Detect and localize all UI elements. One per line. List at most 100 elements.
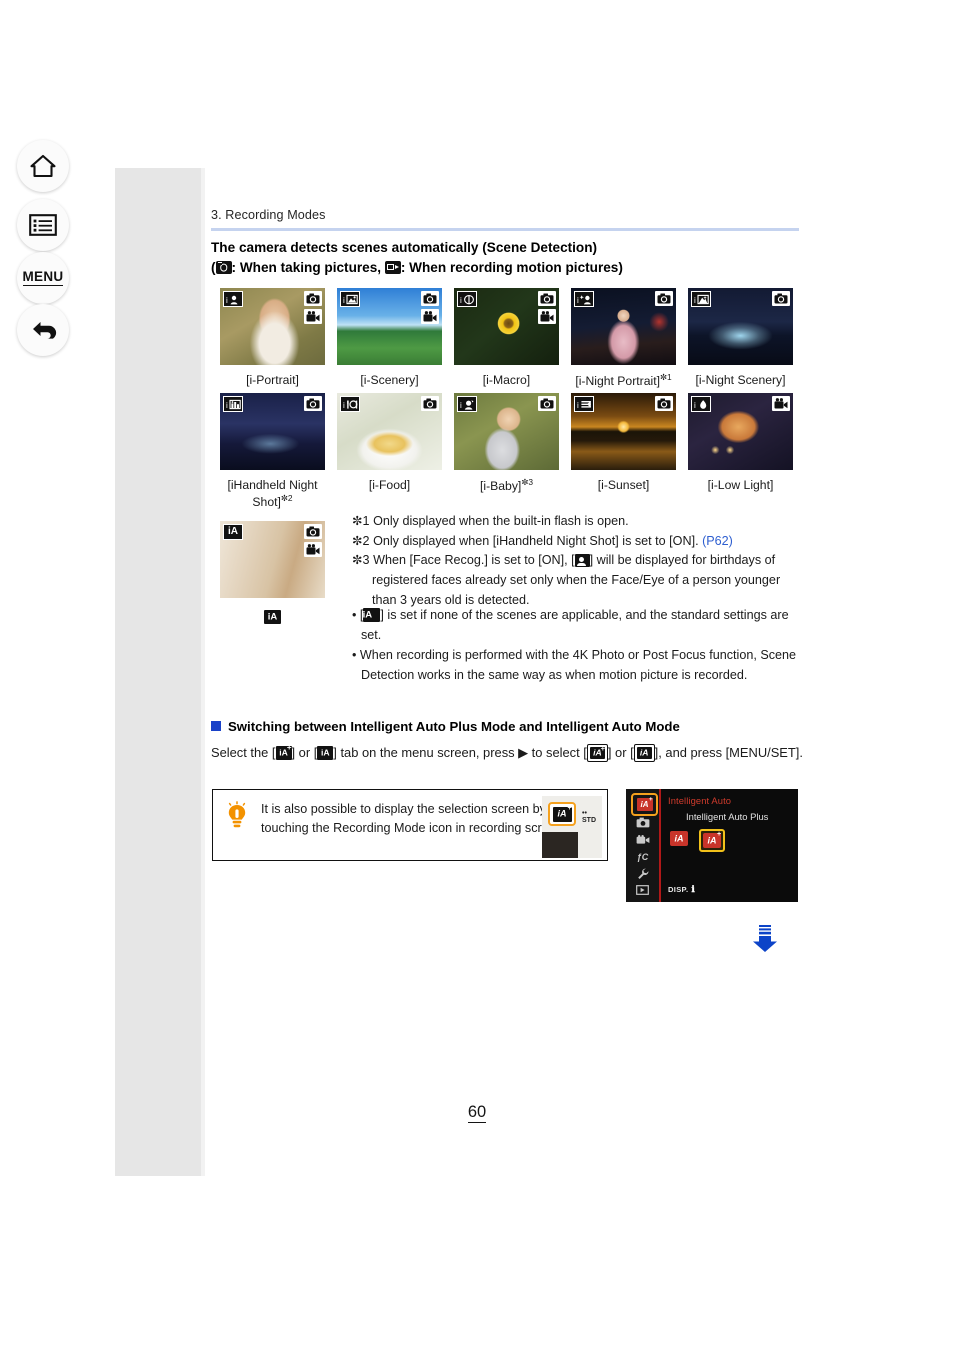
disp-hint: DISP. ℹ [668, 884, 695, 895]
custom-fc-icon: ƒC [636, 851, 649, 862]
svg-text:i: i [460, 296, 462, 305]
still-picture-indicator [421, 291, 439, 306]
thumbnail-image: i [571, 288, 676, 365]
playback-icon [636, 884, 649, 895]
right-arrow-icon: ▶ [518, 745, 529, 760]
page-title-line1: The camera detects scenes automatically … [211, 240, 598, 255]
still-picture-indicator [304, 291, 322, 306]
blue-square-bullet-icon [211, 721, 221, 731]
svg-text:i: i [226, 296, 228, 305]
back-button[interactable] [17, 304, 69, 356]
ia-icon: iA [223, 524, 243, 540]
footnotes-block: ✼1 Only displayed when the built-in flas… [352, 512, 804, 610]
next-page-arrow[interactable] [752, 925, 778, 953]
portrait-icon: i [223, 291, 243, 307]
contents-list-icon [29, 214, 57, 236]
thumbnail-caption: [i-Portrait] [246, 373, 299, 387]
lightbulb-icon [224, 801, 250, 831]
media-type-indicators [421, 291, 439, 324]
ia-icon: iA [363, 608, 381, 622]
footnote-2: ✼2 Only displayed when [iHandheld Night … [352, 533, 733, 548]
instruction-paragraph: Select the [iA] or [iA] tab on the menu … [211, 743, 811, 764]
still-picture-indicator [304, 524, 322, 539]
still-picture-indicator [655, 396, 673, 411]
back-arrow-icon [636, 902, 649, 903]
tip-callout-box: It is also possible to display the selec… [212, 789, 608, 861]
thumbnail-dark-area [542, 832, 578, 858]
scene-thumbnail-handheld-night: i [iHandheld Night Shot]✼2 [220, 393, 325, 511]
macro-flower-icon: i [457, 291, 477, 307]
svg-text:i: i [577, 296, 579, 305]
still-picture-indicator [304, 396, 322, 411]
still-picture-indicator [538, 291, 556, 306]
thumbnail-caption: iA [220, 609, 325, 625]
back-arrow-icon [29, 318, 57, 342]
media-type-indicators [538, 396, 556, 411]
thumbnail-caption: [i-Low Light] [707, 478, 774, 492]
media-type-indicators [304, 524, 322, 557]
media-type-indicators [304, 291, 322, 324]
info-icon: ℹ [691, 884, 696, 894]
thumbnail-image: i [220, 288, 325, 365]
thumbnail-image: i [571, 393, 676, 470]
menu-tab-motion-picture[interactable] [633, 832, 652, 847]
motion-picture-indicator [304, 309, 322, 324]
wrench-icon [637, 868, 649, 880]
thumbnail-image: i [688, 288, 793, 365]
thumbnail-image: i [688, 393, 793, 470]
menu-tab-divider [659, 789, 661, 902]
svg-text:i: i [343, 401, 345, 410]
menu-option-row: iA iA [668, 829, 725, 852]
thumbnail-image: i [454, 393, 559, 470]
recording-mode-icon-highlight[interactable]: iA [548, 802, 576, 826]
motion-picture-indicator [304, 542, 322, 557]
menu-tab-playback[interactable] [633, 882, 652, 897]
scene-thumbnail-baby: i [i-Baby]✼3 [454, 393, 559, 494]
thumbnail-caption: [i-Baby]✼3 [479, 477, 533, 494]
menu-tab-ia[interactable]: iA [631, 793, 658, 816]
ia-icon: iA [264, 610, 281, 624]
scene-thumbnail-night-portrait: i [i-Night Portrait]✼1 [571, 288, 676, 389]
photo-style-label: •• STD [582, 810, 596, 825]
still-picture-indicator [421, 396, 439, 411]
page-title: The camera detects scenes automatically … [211, 238, 811, 277]
svg-text:i: i [694, 296, 696, 305]
note-1: • [iA] is set if none of the scenes are … [352, 608, 789, 642]
menu-tab-rec[interactable] [633, 815, 652, 830]
menu-tab-return[interactable] [633, 899, 652, 902]
page-number: 60 [467, 1103, 487, 1123]
section-subheading: Switching between Intelligent Auto Plus … [211, 719, 680, 734]
intelligent-auto-option[interactable]: iA [668, 829, 690, 848]
handheld-night-icon: i [223, 396, 243, 412]
breadcrumb-divider [211, 228, 799, 231]
home-icon [30, 154, 56, 178]
media-type-indicators [538, 291, 556, 324]
camera-menu-screenshot: iA ƒC [626, 789, 798, 902]
page-title-line2: (: When taking pictures, : When recordin… [211, 259, 623, 275]
thumbnail-caption: [iHandheld Night Shot]✼2 [227, 478, 318, 510]
home-button[interactable] [17, 140, 69, 192]
thumbnail-caption: [i-Macro] [482, 373, 531, 387]
baby-icon [574, 554, 590, 568]
still-picture-icon [215, 260, 232, 274]
scene-thumbnail-food: i [i-Food] [337, 393, 442, 493]
ia-plus-selection-icon: iA [586, 744, 608, 762]
still-picture-indicator [655, 291, 673, 306]
menu-tab-custom[interactable]: ƒC [633, 849, 652, 864]
recording-mode-icon-thumbnail: iA •• STD [542, 796, 602, 858]
thumbnail-image: i [337, 288, 442, 365]
menu-tab-setup[interactable] [633, 866, 652, 881]
notes-block: • [iA] is set if none of the scenes are … [352, 606, 804, 687]
low-light-icon: i [691, 396, 711, 412]
sunset-icon: i [574, 396, 594, 412]
intelligent-auto-plus-option[interactable]: iA [699, 829, 725, 852]
media-type-indicators [421, 396, 439, 411]
menu-button[interactable]: MENU [17, 252, 69, 304]
motion-picture-indicator [772, 396, 790, 411]
menu-screen-subtitle: Intelligent Auto Plus [686, 811, 769, 822]
media-type-indicators [304, 396, 322, 411]
night-scenery-icon: i [691, 291, 711, 307]
page-reference-link[interactable]: (P62) [702, 534, 733, 548]
contents-button[interactable] [17, 199, 69, 251]
ia-plus-tab-icon: iA [275, 744, 292, 760]
